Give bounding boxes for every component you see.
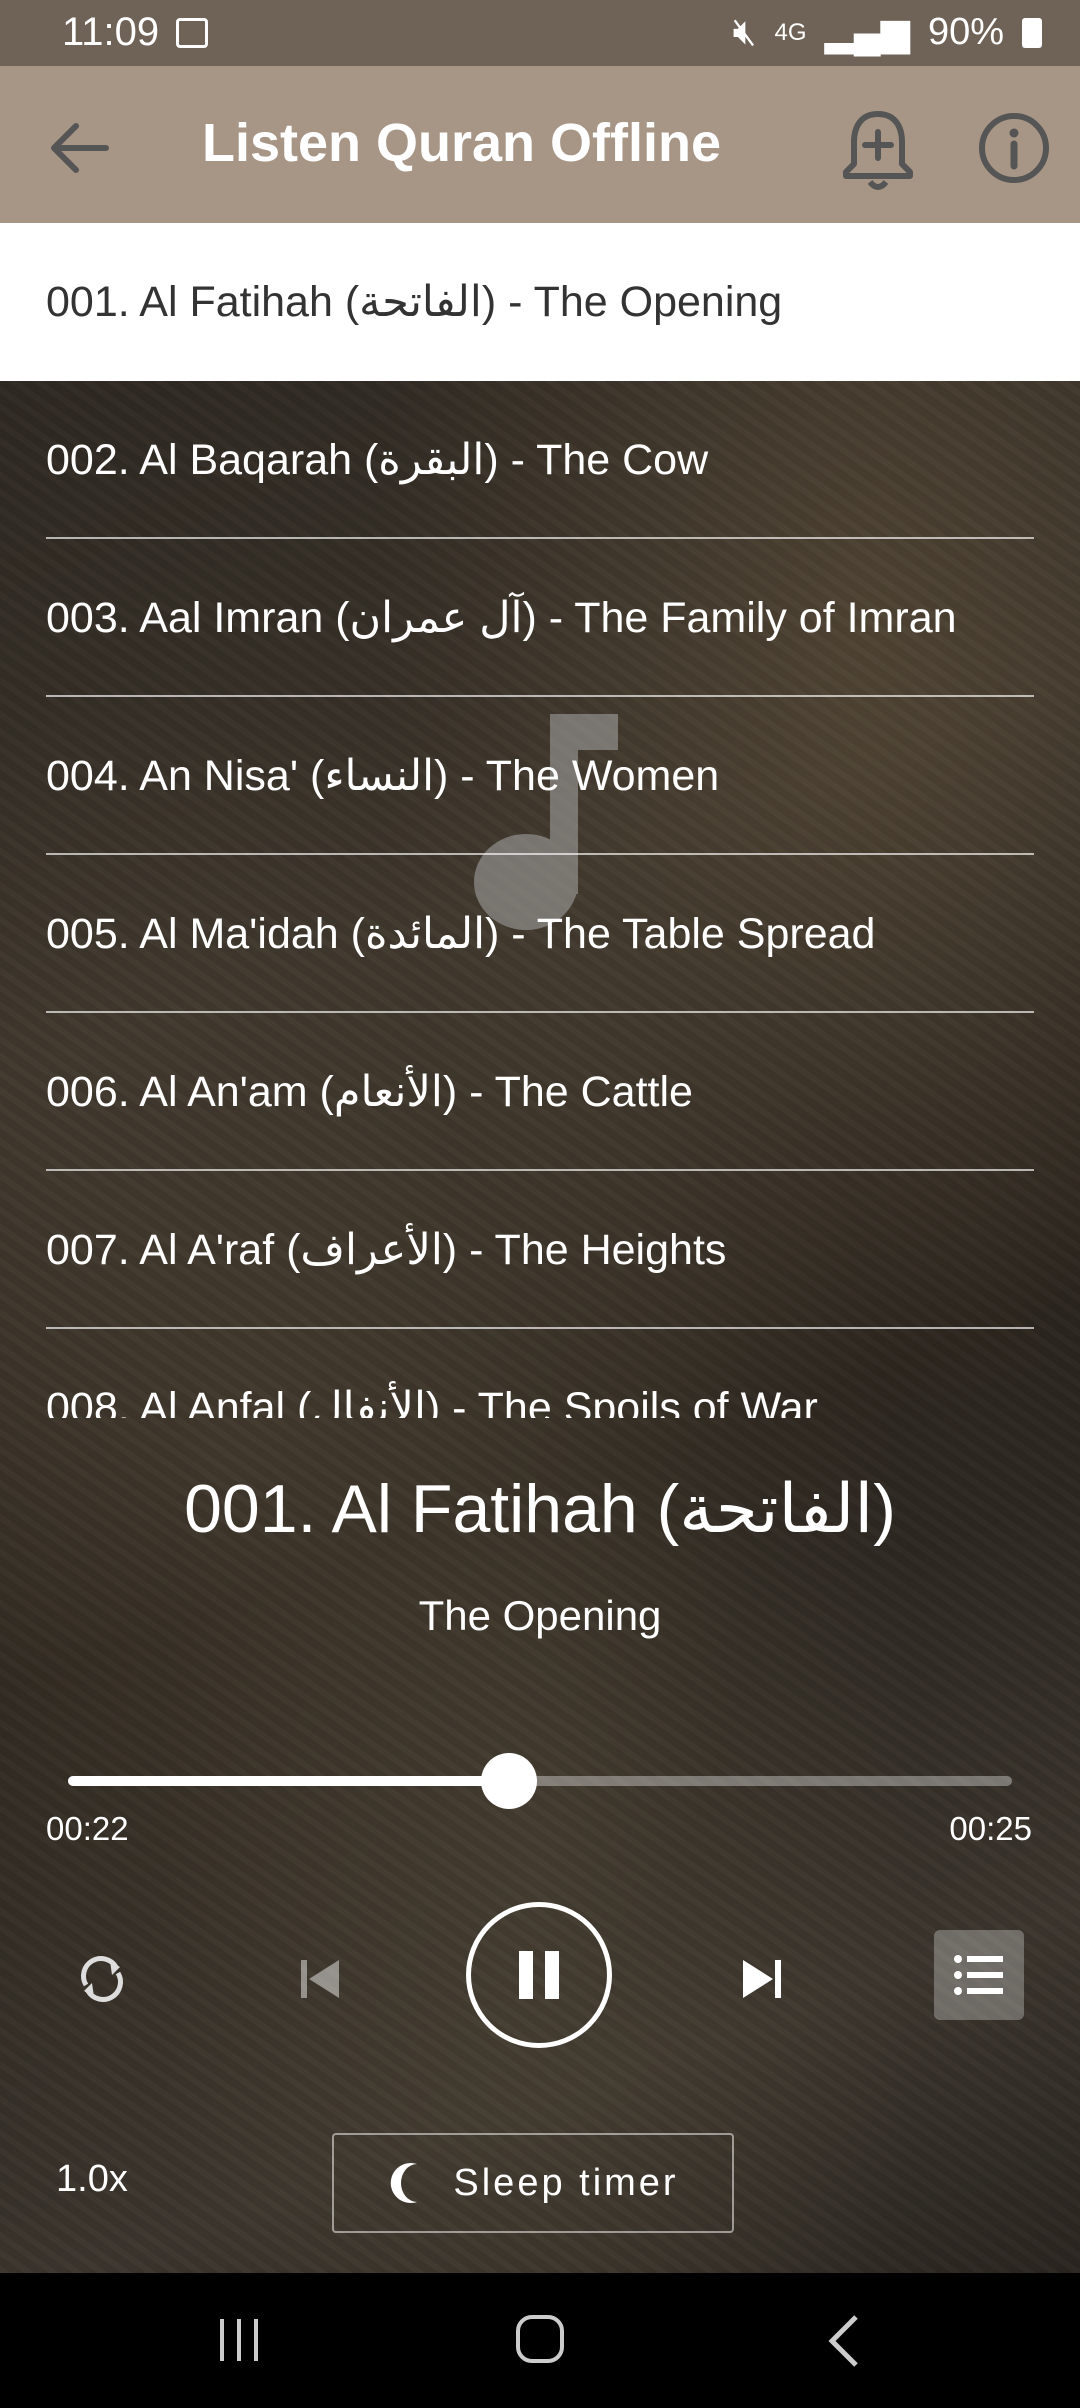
sleep-timer-label: Sleep timer bbox=[453, 2161, 679, 2204]
app-bar: Listen Quran Offline bbox=[0, 66, 1080, 224]
battery-percent: 90% bbox=[927, 11, 1004, 53]
repeat-icon bbox=[81, 1956, 123, 2002]
repeat-button[interactable] bbox=[58, 1935, 146, 2023]
info-icon[interactable] bbox=[974, 108, 1054, 188]
network-type: 4G bbox=[774, 18, 807, 46]
seek-bar-progress bbox=[68, 1776, 509, 1786]
status-indicators: 🔇︎ 4G ▂▄▆ 90% bbox=[733, 10, 1042, 55]
surah-label: 002. Al Baqarah (البقرة) - The Cow bbox=[46, 436, 709, 484]
current-time: 00:22 bbox=[46, 1810, 129, 1847]
surah-label: 007. Al A'raf (الأعراف) - The Heights bbox=[46, 1226, 727, 1274]
pause-icon bbox=[519, 1951, 559, 1999]
surah-label: 008. Al Anfal (الأنفال) - The Spoils of … bbox=[46, 1384, 818, 1418]
surah-list-item-001[interactable]: 001. Al Fatihah (الفاتحة) - The Opening bbox=[0, 223, 1080, 381]
previous-button[interactable] bbox=[276, 1935, 364, 2023]
moon-icon bbox=[391, 2163, 418, 2203]
back-arrow-icon[interactable] bbox=[40, 108, 120, 188]
sleep-timer-button[interactable]: Sleep timer bbox=[332, 2133, 734, 2233]
skip-previous-icon bbox=[301, 1960, 339, 1998]
gallery-icon bbox=[176, 18, 208, 48]
skip-next-icon bbox=[743, 1960, 781, 1998]
surah-list-item-004[interactable]: 004. An Nisa' (النساء) - The Women bbox=[0, 697, 1080, 855]
app-title: Listen Quran Offline bbox=[202, 113, 722, 173]
surah-list-item-007[interactable]: 007. Al A'raf (الأعراف) - The Heights bbox=[0, 1171, 1080, 1329]
home-icon[interactable] bbox=[516, 2315, 564, 2363]
mute-icon: 🔇︎ bbox=[732, 11, 757, 53]
battery-icon bbox=[1022, 17, 1042, 48]
surah-list-item-002[interactable]: 002. Al Baqarah (البقرة) - The Cow bbox=[0, 381, 1080, 539]
next-button[interactable] bbox=[718, 1935, 806, 2023]
surah-list-item-003[interactable]: 003. Aal Imran (آل عمران) - The Family o… bbox=[0, 539, 1080, 697]
surah-list-item-006[interactable]: 006. Al An'am (الأنعام) - The Cattle bbox=[0, 1013, 1080, 1171]
total-time: 00:25 bbox=[949, 1810, 1032, 1847]
status-bar: 11:09 🔇︎ 4G ▂▄▆ 90% bbox=[0, 0, 1080, 66]
now-playing-subtitle: The Opening bbox=[418, 1592, 662, 1639]
seek-bar-thumb[interactable] bbox=[480, 1753, 537, 1809]
surah-label: 004. An Nisa' (النساء) - The Women bbox=[46, 752, 720, 800]
playback-speed[interactable]: 1.0x bbox=[56, 2158, 128, 2201]
now-playing-title: 001. Al Fatihah (الفاتحة) bbox=[184, 1471, 896, 1547]
surah-label: 005. Al Ma'idah (المائدة) - The Table Sp… bbox=[46, 910, 876, 958]
signal-icon: ▂▄▆ bbox=[824, 12, 910, 54]
surah-label: 003. Aal Imran (آل عمران) - The Family o… bbox=[46, 594, 957, 642]
surah-label: 006. Al An'am (الأنعام) - The Cattle bbox=[46, 1068, 693, 1116]
notification-add-icon[interactable] bbox=[838, 106, 918, 196]
surah-list-item-008[interactable]: 008. Al Anfal (الأنفال) - The Spoils of … bbox=[0, 1329, 1080, 1418]
list-icon bbox=[954, 1955, 1003, 1995]
surah-list[interactable]: 001. Al Fatihah (الفاتحة) - The Opening … bbox=[0, 223, 1080, 1418]
surah-label: 001. Al Fatihah (الفاتحة) - The Opening bbox=[46, 278, 783, 326]
navigation-bar bbox=[0, 2273, 1080, 2408]
nav-back-icon[interactable] bbox=[824, 2313, 864, 2369]
surah-list-item-005[interactable]: 005. Al Ma'idah (المائدة) - The Table Sp… bbox=[0, 855, 1080, 1013]
pause-button[interactable] bbox=[466, 1902, 612, 2048]
status-time: 11:09 bbox=[62, 10, 160, 54]
playlist-button[interactable] bbox=[934, 1930, 1024, 2020]
recents-icon[interactable] bbox=[218, 2315, 260, 2365]
